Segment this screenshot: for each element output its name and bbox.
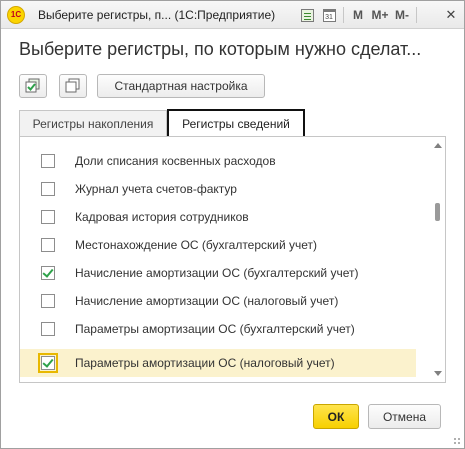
ok-button[interactable]: ОК (313, 404, 359, 429)
tab-information-registers[interactable]: Регистры сведений (167, 109, 305, 136)
vertical-scrollbar[interactable] (431, 137, 445, 382)
uncheck-all-button[interactable] (59, 74, 87, 98)
resize-grip-icon[interactable] (453, 437, 461, 445)
minimize-icon[interactable] (420, 4, 438, 26)
scroll-up-icon[interactable] (434, 143, 442, 148)
row-label: Местонахождение ОС (бухгалтерский учет) (75, 238, 318, 252)
row-label: Параметры амортизации ОС (бухгалтерский … (75, 322, 355, 336)
list-item[interactable]: Кадровая история сотрудников (20, 203, 416, 231)
row-label: Кадровая история сотрудников (75, 210, 249, 224)
title-bar: 1С Выберите регистры, п... (1С:Предприят… (1, 1, 464, 29)
row-checkbox[interactable] (41, 238, 55, 252)
row-checkbox[interactable] (41, 210, 55, 224)
separator (416, 7, 417, 23)
list-item[interactable]: Журнал учета счетов-фактур (20, 175, 416, 203)
row-label: Начисление амортизации ОС (налоговый уче… (75, 294, 339, 308)
check-all-icon (25, 78, 40, 93)
list-item[interactable]: Начисление амортизации ОС (налоговый уче… (20, 287, 416, 315)
memory-plus-icon[interactable]: M+ (369, 4, 391, 26)
row-checkbox[interactable] (38, 353, 58, 373)
row-checkbox[interactable] (41, 154, 55, 168)
list-item[interactable]: Местонахождение ОС (бухгалтерский учет) (20, 231, 416, 259)
row-checkbox[interactable] (41, 322, 55, 336)
memory-minus-icon[interactable]: M- (391, 4, 413, 26)
window-title: Выберите регистры, п... (1С:Предприятие) (38, 7, 276, 22)
list-item-selected[interactable]: Параметры амортизации ОС (налоговый учет… (20, 349, 416, 377)
title-bar-controls: 31 M M+ M- ✕ (296, 1, 464, 29)
document-icon[interactable] (296, 4, 318, 26)
list-item[interactable]: Начисление амортизации ОС (бухгалтерский… (20, 259, 416, 287)
1c-logo-icon: 1С (7, 5, 25, 24)
close-icon[interactable]: ✕ (438, 4, 464, 26)
row-label: Журнал учета счетов-фактур (75, 182, 237, 196)
memory-m-icon[interactable]: M (347, 4, 369, 26)
row-label: Параметры амортизации ОС (налоговый учет… (75, 356, 335, 370)
cancel-button[interactable]: Отмена (368, 404, 441, 429)
list-item[interactable]: Доли списания косвенных расходов (20, 147, 416, 175)
check-all-button[interactable] (19, 74, 47, 98)
scroll-thumb[interactable] (435, 203, 440, 221)
list-item[interactable]: Параметры амортизации ОС (бухгалтерский … (20, 315, 416, 343)
row-label: Начисление амортизации ОС (бухгалтерский… (75, 266, 359, 280)
calendar-icon[interactable]: 31 (318, 4, 340, 26)
row-checkbox[interactable] (41, 182, 55, 196)
row-checkbox[interactable] (41, 294, 55, 308)
row-checkbox[interactable] (41, 266, 55, 280)
row-label: Доли списания косвенных расходов (75, 154, 276, 168)
standard-settings-button[interactable]: Стандартная настройка (97, 74, 265, 98)
registers-list: Доли списания косвенных расходов Журнал … (19, 136, 446, 383)
separator (343, 7, 344, 23)
scroll-down-icon[interactable] (434, 371, 442, 376)
uncheck-all-icon (65, 78, 80, 93)
dialog-window: 1С Выберите регистры, п... (1С:Предприят… (0, 0, 465, 449)
dialog-heading: Выберите регистры, по которым нужно сдел… (19, 39, 422, 59)
tab-accumulation-registers[interactable]: Регистры накопления (19, 110, 167, 136)
